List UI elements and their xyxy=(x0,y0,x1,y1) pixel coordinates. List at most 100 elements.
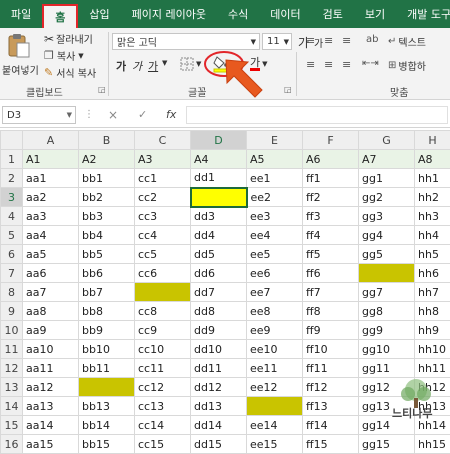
italic-button[interactable]: 가 xyxy=(132,58,142,74)
column-header-d[interactable]: D xyxy=(191,131,247,150)
cell-g11[interactable]: gg10 xyxy=(359,340,415,359)
row-header[interactable]: 13 xyxy=(1,378,23,397)
cell-c14[interactable]: cc13 xyxy=(135,397,191,416)
cell-d3[interactable] xyxy=(191,188,247,207)
cell-a7[interactable]: aa6 xyxy=(23,264,79,283)
row-header[interactable]: 5 xyxy=(1,226,23,245)
tab-formulas[interactable]: 수식 xyxy=(217,0,259,28)
cell-e7[interactable]: ee6 xyxy=(247,264,303,283)
cell-h10[interactable]: hh9 xyxy=(415,321,450,340)
cell-e16[interactable]: ee15 xyxy=(247,435,303,454)
chevron-down-icon[interactable]: ▼ xyxy=(162,59,167,67)
clipboard-launcher-icon[interactable]: ◲ xyxy=(98,85,106,94)
cell-h8[interactable]: hh7 xyxy=(415,283,450,302)
cell-f14[interactable]: ff13 xyxy=(303,397,359,416)
cell-d9[interactable]: dd8 xyxy=(191,302,247,321)
row-header[interactable]: 14 xyxy=(1,397,23,416)
cell-a2[interactable]: aa1 xyxy=(23,169,79,188)
tab-home[interactable]: 홈 xyxy=(42,4,78,28)
cell-b9[interactable]: bb8 xyxy=(79,302,135,321)
name-box[interactable]: D3 ▼ xyxy=(2,106,76,124)
cell-c9[interactable]: cc8 xyxy=(135,302,191,321)
tab-data[interactable]: 데이터 xyxy=(259,0,311,28)
cell-g12[interactable]: gg11 xyxy=(359,359,415,378)
cell-h7[interactable]: hh6 xyxy=(415,264,450,283)
cell-c16[interactable]: cc15 xyxy=(135,435,191,454)
cell-h4[interactable]: hh3 xyxy=(415,207,450,226)
font-name-select[interactable]: 맑은 고딕 ▼ xyxy=(112,33,260,50)
cell-b13[interactable] xyxy=(79,378,135,397)
column-header-b[interactable]: B xyxy=(79,131,135,150)
cell-c3[interactable]: cc2 xyxy=(135,188,191,207)
align-right-icon[interactable]: ≡ xyxy=(342,58,351,71)
merge-button[interactable]: ⊞ 병합하 xyxy=(388,58,426,73)
cell-g2[interactable]: gg1 xyxy=(359,169,415,188)
enter-icon[interactable]: ✓ xyxy=(138,108,147,121)
cell-b8[interactable]: bb7 xyxy=(79,283,135,302)
cell-b5[interactable]: bb4 xyxy=(79,226,135,245)
column-header-c[interactable]: C xyxy=(135,131,191,150)
cell-e3[interactable]: ee2 xyxy=(247,188,303,207)
column-header-g[interactable]: G xyxy=(359,131,415,150)
cell-c5[interactable]: cc4 xyxy=(135,226,191,245)
cell-e1[interactable]: A5 xyxy=(247,150,303,169)
cell-e4[interactable]: ee3 xyxy=(247,207,303,226)
cell-e15[interactable]: ee14 xyxy=(247,416,303,435)
cell-c12[interactable]: cc11 xyxy=(135,359,191,378)
cell-f9[interactable]: ff8 xyxy=(303,302,359,321)
cell-h12[interactable]: hh11 xyxy=(415,359,450,378)
cell-b7[interactable]: bb6 xyxy=(79,264,135,283)
cell-a15[interactable]: aa14 xyxy=(23,416,79,435)
cell-f12[interactable]: ff11 xyxy=(303,359,359,378)
cell-f1[interactable]: A6 xyxy=(303,150,359,169)
align-top-icon[interactable]: ≡ xyxy=(306,34,315,47)
cell-b11[interactable]: bb10 xyxy=(79,340,135,359)
format-painter-button[interactable]: ✎ 서식 복사 xyxy=(44,65,96,80)
cell-d13[interactable]: dd12 xyxy=(191,378,247,397)
cell-f2[interactable]: ff1 xyxy=(303,169,359,188)
paste-button[interactable] xyxy=(6,32,32,60)
cell-f15[interactable]: ff14 xyxy=(303,416,359,435)
cell-b6[interactable]: bb5 xyxy=(79,245,135,264)
cell-c4[interactable]: cc3 xyxy=(135,207,191,226)
cell-b10[interactable]: bb9 xyxy=(79,321,135,340)
shrink-font-button[interactable]: 가 xyxy=(314,35,323,50)
cell-b14[interactable]: bb13 xyxy=(79,397,135,416)
cell-e6[interactable]: ee5 xyxy=(247,245,303,264)
cell-e12[interactable]: ee11 xyxy=(247,359,303,378)
tab-file[interactable]: 파일 xyxy=(0,0,42,28)
borders-button[interactable]: ▼ xyxy=(180,57,201,71)
cell-d6[interactable]: dd5 xyxy=(191,245,247,264)
cell-g1[interactable]: A7 xyxy=(359,150,415,169)
cell-f3[interactable]: ff2 xyxy=(303,188,359,207)
column-header-f[interactable]: F xyxy=(303,131,359,150)
align-left-icon[interactable]: ≡ xyxy=(306,58,315,71)
row-header[interactable]: 7 xyxy=(1,264,23,283)
row-header[interactable]: 6 xyxy=(1,245,23,264)
cell-g10[interactable]: gg9 xyxy=(359,321,415,340)
cell-a9[interactable]: aa8 xyxy=(23,302,79,321)
cell-g5[interactable]: gg4 xyxy=(359,226,415,245)
row-header[interactable]: 2 xyxy=(1,169,23,188)
cell-f6[interactable]: ff5 xyxy=(303,245,359,264)
cell-g3[interactable]: gg2 xyxy=(359,188,415,207)
cell-h11[interactable]: hh10 xyxy=(415,340,450,359)
cell-b4[interactable]: bb3 xyxy=(79,207,135,226)
cell-g6[interactable]: gg5 xyxy=(359,245,415,264)
select-all-corner[interactable] xyxy=(1,131,23,150)
cell-a1[interactable]: A1 xyxy=(23,150,79,169)
cell-a16[interactable]: aa15 xyxy=(23,435,79,454)
cell-h2[interactable]: hh1 xyxy=(415,169,450,188)
cell-e5[interactable]: ee4 xyxy=(247,226,303,245)
cell-a14[interactable]: aa13 xyxy=(23,397,79,416)
cell-d11[interactable]: dd10 xyxy=(191,340,247,359)
cell-f16[interactable]: ff15 xyxy=(303,435,359,454)
align-bottom-icon[interactable]: ≡ xyxy=(342,34,351,47)
cell-d16[interactable]: dd15 xyxy=(191,435,247,454)
cell-c8[interactable] xyxy=(135,283,191,302)
cell-h6[interactable]: hh5 xyxy=(415,245,450,264)
underline-button[interactable]: 가 xyxy=(148,58,158,74)
cell-h1[interactable]: A8 xyxy=(415,150,450,169)
cell-g9[interactable]: gg8 xyxy=(359,302,415,321)
cell-f5[interactable]: ff4 xyxy=(303,226,359,245)
